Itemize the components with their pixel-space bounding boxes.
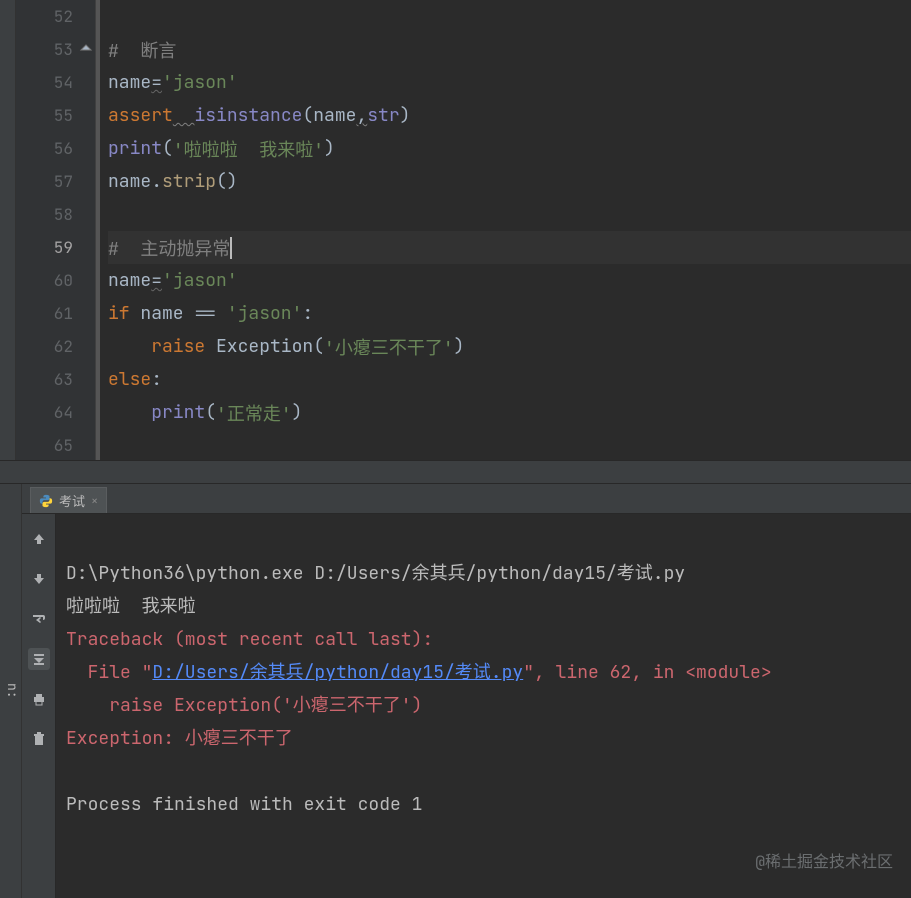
gutter-number: 65 [16,429,95,462]
run-tab-bar: 考试 × [22,484,911,514]
up-arrow-icon[interactable] [28,528,50,550]
trash-icon[interactable] [28,728,50,750]
soft-wrap-icon[interactable] [28,608,50,630]
line-gutter: 52 53 54 55 56 57 58 59 60 61 62 63 64 6… [16,0,96,460]
console-line: Process finished with exit code 1 [66,793,422,816]
code-line[interactable] [108,0,911,33]
close-icon[interactable]: × [91,493,98,509]
gutter-number: 56 [16,132,95,165]
gutter-number: 55 [16,99,95,132]
gutter-number: 52 [16,0,95,33]
code-line[interactable]: name='jason' [108,264,911,297]
print-icon[interactable] [28,688,50,710]
gutter-number: 58 [16,198,95,231]
console-line: Exception: 小瘪三不干了 [66,727,293,750]
down-arrow-icon[interactable] [28,568,50,590]
gutter-number: 54 [16,66,95,99]
run-tool-window: n: 考试 × D:\Python36\python.exe D:/Users/… [0,484,911,898]
gutter-number: 61 [16,297,95,330]
structure-icon [79,43,93,57]
code-line[interactable]: # 主动抛异常 [108,231,911,264]
code-line[interactable]: print('正常走') [108,396,911,429]
code-line[interactable] [108,198,911,231]
code-line[interactable] [108,429,911,462]
gutter-number: 62 [16,330,95,363]
console-line: File "D:/Users/余其兵/python/day15/考试.py", … [66,661,772,684]
console-line: Traceback (most recent call last): [66,628,433,651]
run-label: n: [0,484,21,898]
text-cursor [230,237,232,259]
console-line: D:\Python36\python.exe D:/Users/余其兵/pyth… [66,562,685,585]
code-line[interactable]: name='jason' [108,66,911,99]
code-line[interactable]: raise Exception('小瘪三不干了') [108,330,911,363]
code-content[interactable]: # 断言 name='jason' assert isinstance(name… [96,0,911,460]
gutter-number: 53 [16,33,95,66]
run-tab[interactable]: 考试 × [30,487,107,513]
panel-splitter[interactable] [0,460,911,484]
code-line[interactable]: print('啦啦啦 我来啦') [108,132,911,165]
run-tab-label: 考试 [59,491,85,510]
python-icon [39,494,53,508]
code-line[interactable]: else: [108,363,911,396]
gutter-number: 60 [16,264,95,297]
gutter-number: 59 [16,231,95,264]
console-output[interactable]: D:\Python36\python.exe D:/Users/余其兵/pyth… [56,514,911,898]
console-line: 啦啦啦 我来啦 [66,595,196,618]
code-line[interactable]: # 断言 [108,33,911,66]
code-editor[interactable]: 52 53 54 55 56 57 58 59 60 61 62 63 64 6… [0,0,911,460]
run-stripe: n: [0,484,22,898]
gutter-number: 63 [16,363,95,396]
console-line: raise Exception('小瘪三不干了') [66,694,422,717]
file-link[interactable]: D:/Users/余其兵/python/day15/考试.py [152,661,523,684]
code-line[interactable]: if name == 'jason': [108,297,911,330]
run-toolbar [22,514,56,898]
code-line[interactable]: assert isinstance(name,str) [108,99,911,132]
scroll-to-end-icon[interactable] [28,648,50,670]
watermark: @稀土掘金技术社区 [755,845,893,878]
code-line[interactable]: name.strip() [108,165,911,198]
gutter-number: 64 [16,396,95,429]
editor-left-strip [0,0,16,460]
gutter-number: 57 [16,165,95,198]
